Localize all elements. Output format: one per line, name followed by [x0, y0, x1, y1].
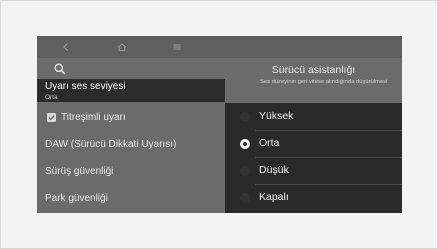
radio-button[interactable] — [240, 166, 250, 176]
settings-menu: Uyarı ses seviyesi Orta Titreşimli uyarı… — [37, 58, 225, 213]
menu-item-driving-safety[interactable]: Sürüş güvenliği — [37, 158, 225, 185]
menu-item-label: DAW (Sürücü Dikkati Uyarısı) — [45, 139, 177, 150]
menu-item-daw[interactable]: DAW (Sürücü Dikkati Uyarısı) — [37, 131, 225, 158]
menu-item-sublabel: Orta — [45, 94, 58, 101]
options-panel: Sürücü asistanlığı Ses düzeyinin geri vi… — [225, 58, 402, 213]
option-label: Yüksek — [259, 110, 294, 122]
search-icon[interactable] — [53, 62, 67, 76]
menu-item-label: Uyarı ses seviyesi — [45, 81, 126, 92]
display-frame: Uyarı ses seviyesi Orta Titreşimli uyarı… — [0, 0, 438, 249]
chevron-left-icon[interactable] — [59, 40, 73, 54]
hamburger-menu-icon[interactable] — [170, 40, 184, 54]
radio-button-selected[interactable] — [240, 139, 250, 149]
home-icon[interactable] — [115, 40, 129, 54]
option-medium[interactable]: Orta — [225, 131, 402, 157]
page-title: Sürücü asistanlığı — [271, 64, 356, 76]
vibration-checkbox[interactable] — [47, 113, 56, 122]
infotainment-screen: Uyarı ses seviyesi Orta Titreşimli uyarı… — [37, 36, 402, 213]
option-low[interactable]: Düşük — [225, 158, 402, 184]
radio-button[interactable] — [240, 112, 250, 122]
menu-item-parking-safety[interactable]: Park güvenliği — [37, 185, 225, 212]
top-bar — [37, 36, 402, 58]
menu-item-label: Sürüş güvenliği — [45, 166, 114, 177]
menu-item-vibration-alert[interactable]: Titreşimli uyarı — [37, 104, 225, 131]
option-label: Kapalı — [259, 191, 289, 203]
radio-button[interactable] — [240, 193, 250, 203]
option-high[interactable]: Yüksek — [225, 104, 402, 130]
menu-item-label: Titreşimli uyarı — [61, 112, 126, 123]
menu-item-alert-volume[interactable]: Uyarı ses seviyesi Orta — [37, 79, 225, 102]
option-off[interactable]: Kapalı — [225, 185, 402, 211]
option-label: Orta — [259, 137, 280, 149]
menu-item-label: Park güvenliği — [45, 193, 108, 204]
options-header: Sürücü asistanlığı Ses düzeyinin geri vi… — [225, 58, 402, 103]
setting-description: Ses düzeyinin geri vitese alındığında dü… — [260, 79, 388, 85]
option-label: Düşük — [259, 164, 289, 176]
